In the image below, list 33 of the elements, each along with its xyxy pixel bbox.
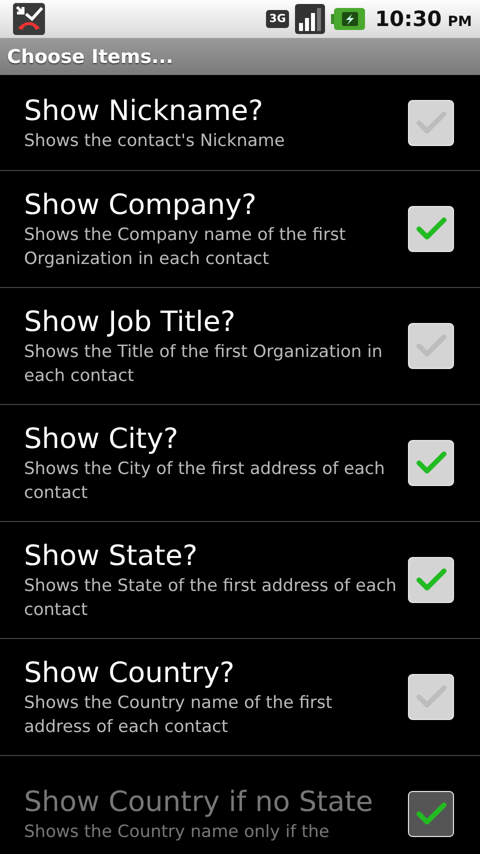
preference-item[interactable]: Show State? Shows the State of the first address of each contact bbox=[0, 522, 480, 639]
preference-item[interactable]: Show Country? Shows the Country name of the first address of each contact bbox=[0, 639, 480, 756]
checkbox[interactable] bbox=[408, 674, 454, 720]
preference-item[interactable]: Show Company? Shows the Company name of the first Organization in each contact bbox=[0, 171, 480, 288]
item-title: Show Company? bbox=[24, 187, 258, 223]
item-title: Show Job Title? bbox=[24, 304, 236, 340]
clock-period: PM bbox=[448, 14, 472, 30]
screen-title: Choose Items... bbox=[7, 46, 174, 68]
item-summary: Shows the Company name of the first Organization in each contact bbox=[24, 224, 347, 271]
preference-item[interactable]: Show Job Title? Shows the Title of the first Organization in each contact bbox=[0, 288, 480, 405]
item-title: Show Nickname? bbox=[24, 92, 264, 128]
item-summary: Shows the Country name of the first address of each contact bbox=[24, 692, 334, 739]
network-type-label: 3G bbox=[266, 10, 289, 28]
item-summary: Shows the State of the first address of each contact bbox=[24, 575, 398, 622]
item-title: Show Country? bbox=[24, 655, 236, 691]
checkbox[interactable] bbox=[408, 440, 454, 486]
item-summary: Shows the City of the first address of each contact bbox=[24, 458, 386, 505]
checkbox[interactable] bbox=[408, 323, 454, 369]
checkbox[interactable] bbox=[408, 100, 454, 146]
clock-time: 10:30 bbox=[374, 7, 442, 31]
item-title: Show City? bbox=[24, 421, 180, 457]
preference-item[interactable]: Show Nickname? Shows the contact's Nickname bbox=[0, 75, 480, 171]
item-summary: Shows the Title of the first Organization in each contact bbox=[24, 341, 384, 388]
battery-icon bbox=[330, 8, 365, 30]
checkbox[interactable] bbox=[408, 557, 454, 603]
checkbox[interactable] bbox=[408, 206, 454, 252]
item-summary: Shows the contact's Nickname bbox=[24, 130, 286, 152]
signal-icon bbox=[294, 4, 325, 34]
missed-call-icon bbox=[12, 2, 46, 36]
item-title: Show State? bbox=[24, 538, 198, 574]
preference-item[interactable]: Show City? Shows the City of the first address of each contact bbox=[0, 405, 480, 522]
item-summary: Shows the Country name only if the bbox=[24, 821, 330, 844]
item-title: Show Country if no State bbox=[24, 784, 374, 820]
